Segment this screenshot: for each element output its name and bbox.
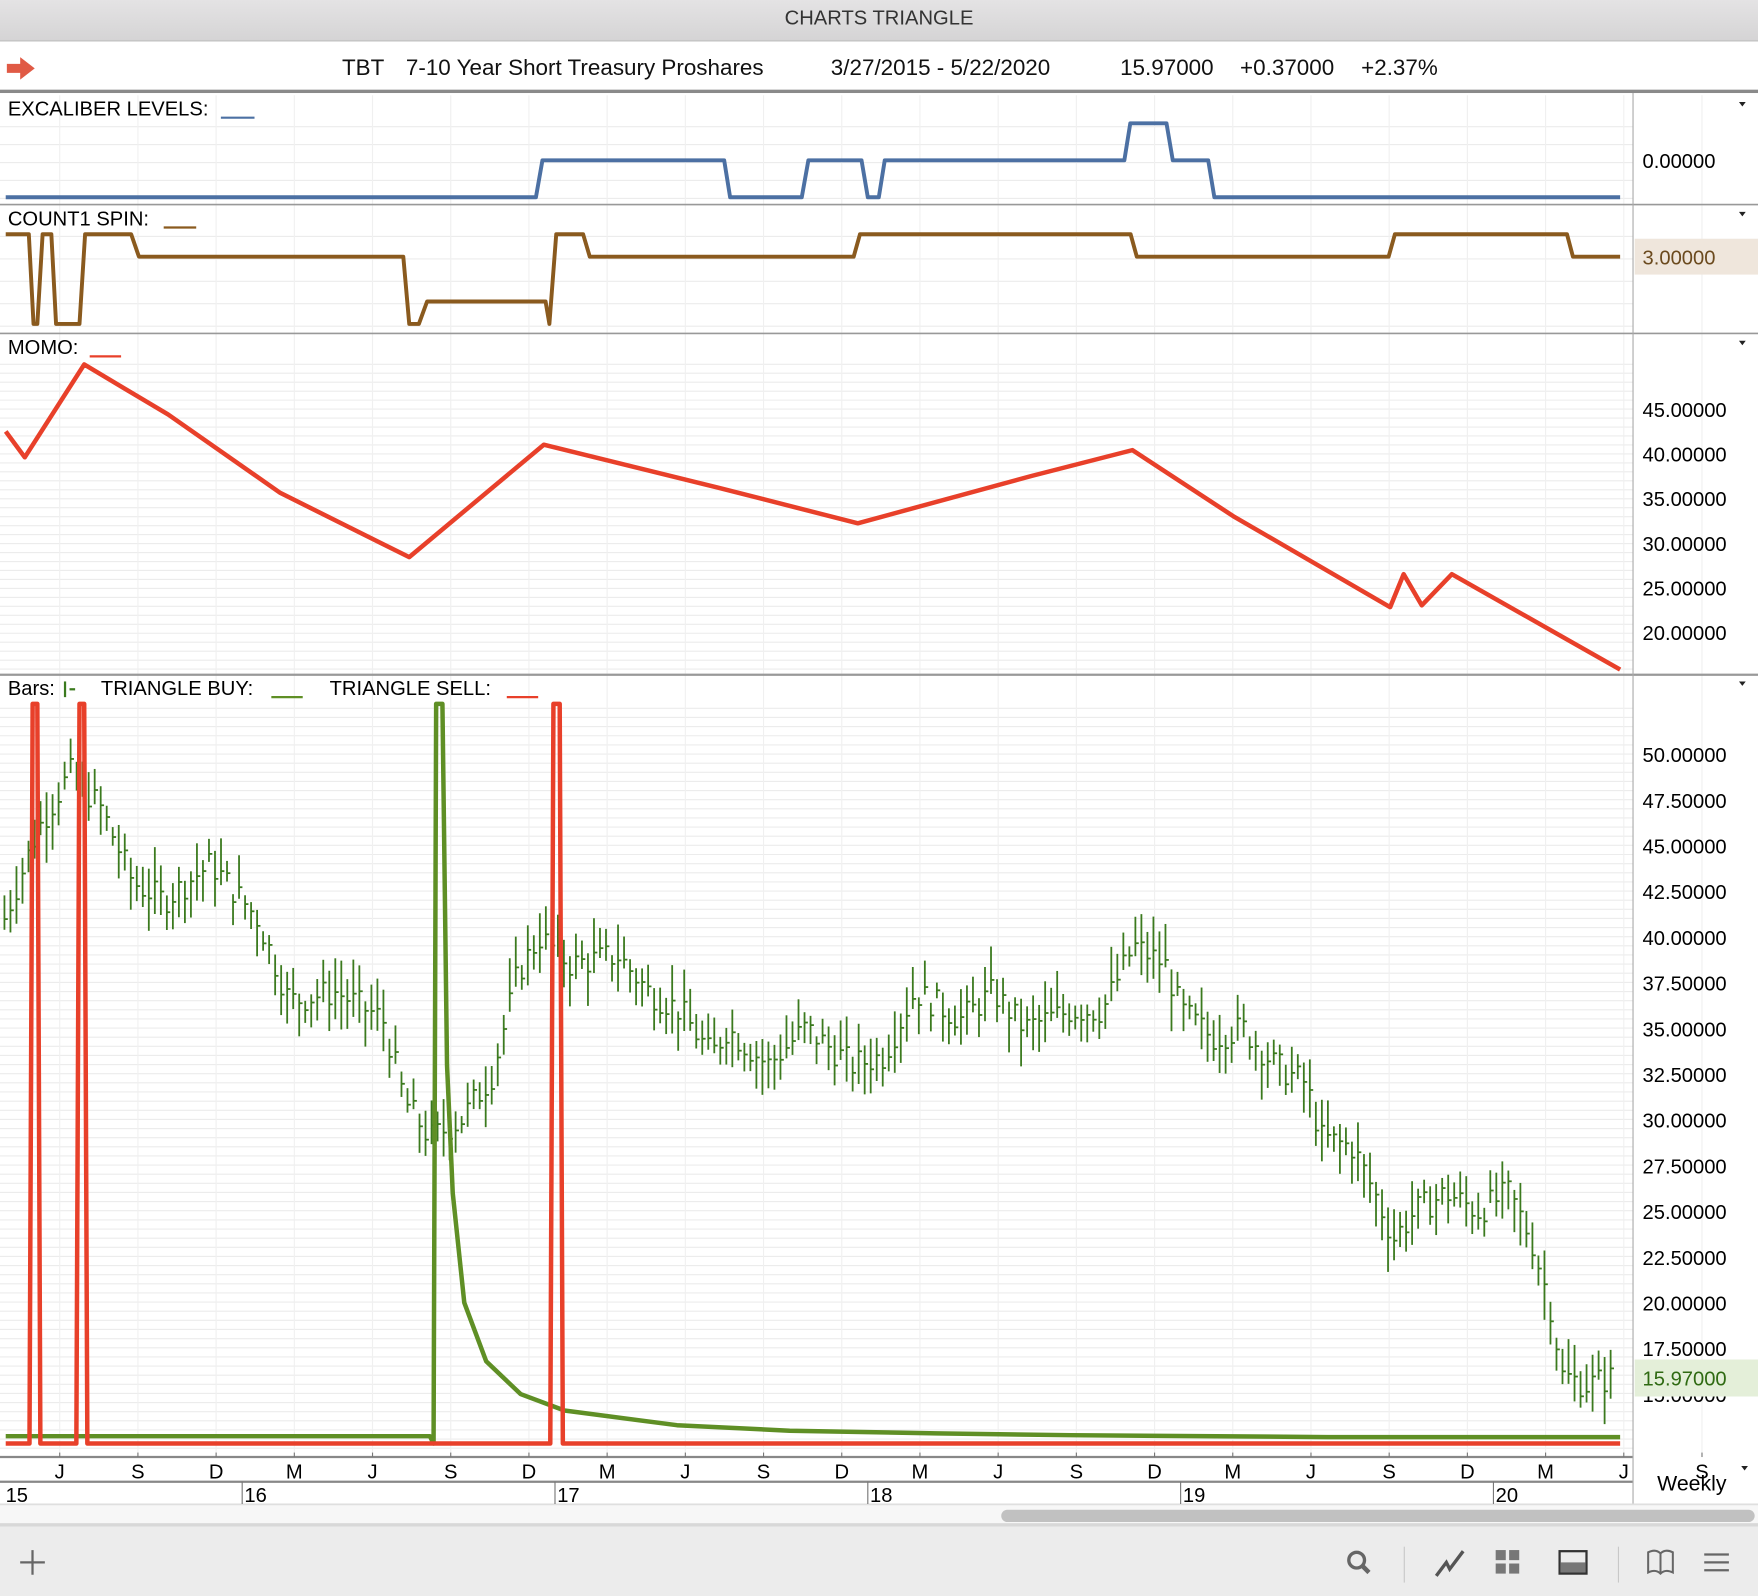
- menu-icon[interactable]: [1701, 1547, 1732, 1578]
- date-range: 3/27/2015 - 5/22/2020: [830, 56, 1051, 81]
- excaliber-axis-label: 0.00000: [1643, 151, 1716, 173]
- price-tick-label: 17.50000: [1643, 1339, 1727, 1361]
- month-label: M: [912, 1461, 929, 1483]
- scrollbar-thumb[interactable]: [1001, 1509, 1755, 1523]
- momo-title: MOMO:: [8, 337, 79, 359]
- excaliber-panel: [5, 121, 1621, 200]
- month-label: M: [1537, 1461, 1554, 1483]
- grid-lines: [0, 95, 1703, 1455]
- price-tick-label: 47.50000: [1643, 791, 1727, 813]
- price-tick-label: 40.00000: [1643, 928, 1727, 950]
- price-tick-label: 50.00000: [1643, 745, 1727, 767]
- momo-tick-label: 30.00000: [1643, 534, 1727, 556]
- bottom-toolbar: [0, 1526, 1758, 1596]
- price-tick-label: 20.00000: [1643, 1294, 1727, 1316]
- count1-panel: [5, 232, 1621, 326]
- toolbar-separator: [1617, 1546, 1620, 1583]
- month-label: J: [55, 1461, 65, 1483]
- price-tick-label: 35.00000: [1643, 1019, 1727, 1041]
- price-tick-label: 30.00000: [1643, 1111, 1727, 1133]
- price-tick-label: 27.50000: [1643, 1156, 1727, 1178]
- month-label: J: [993, 1461, 1003, 1483]
- symbol-header: TBT 7-10 Year Short Treasury Proshares 3…: [0, 41, 1758, 94]
- price-change: +0.37000: [1240, 56, 1335, 81]
- month-label: J: [1619, 1461, 1629, 1483]
- month-label: D: [1460, 1461, 1475, 1483]
- momo-tick-label: 25.00000: [1643, 578, 1727, 600]
- symbol: TBT: [341, 56, 385, 81]
- percent-change: +2.37%: [1361, 56, 1438, 81]
- momo-tick-label: 45.00000: [1643, 400, 1727, 422]
- grid-layout-icon[interactable]: [1492, 1547, 1523, 1578]
- month-label: J: [1306, 1461, 1316, 1483]
- price-tick-label: 25.00000: [1643, 1202, 1727, 1224]
- count1-menu-caret-icon[interactable]: [1738, 211, 1746, 217]
- month-label: M: [1224, 1461, 1241, 1483]
- momo-tick-label: 35.00000: [1643, 489, 1727, 511]
- price-axis: 50.00000 47.50000 45.00000 42.50000 40.00000…: [1643, 745, 1727, 1407]
- book-icon[interactable]: [1645, 1547, 1676, 1578]
- price-tick-label: 37.50000: [1643, 974, 1727, 996]
- symbol-name: 7-10 Year Short Treasury Proshares: [405, 56, 764, 81]
- price-tick-label: 22.50000: [1643, 1248, 1727, 1270]
- month-label: M: [599, 1461, 616, 1483]
- excaliber-title: EXCALIBER LEVELS:: [8, 98, 209, 120]
- momo-tick-label: 40.00000: [1643, 445, 1727, 467]
- timeframe-caret-icon[interactable]: [1741, 1466, 1748, 1471]
- bars-title: Bars:: [8, 678, 55, 700]
- momo-axis: 45.00000 40.00000 35.00000 30.00000 25.00000…: [1643, 400, 1727, 645]
- chart-panels[interactable]: EXCALIBER LEVELS: COUNT1 SPIN: MOMO: Bar…: [0, 93, 1758, 1507]
- time-axis[interactable]: JSDMJSDMJSDMJSDMJSDMJSDM151617181920: [6, 1452, 1758, 1507]
- triangle-buy-legend: TRIANGLE BUY:: [101, 678, 253, 700]
- month-label: S: [131, 1461, 144, 1483]
- momo-tick-label: 20.00000: [1643, 623, 1727, 645]
- momo-menu-caret-icon[interactable]: [1738, 340, 1746, 346]
- month-label: S: [757, 1461, 770, 1483]
- search-icon[interactable]: [1343, 1547, 1374, 1578]
- price-tick-label: 45.00000: [1643, 837, 1727, 859]
- count1-line: [5, 232, 1621, 326]
- triangle-sell-legend: TRIANGLE SELL:: [330, 678, 491, 700]
- month-label: M: [286, 1461, 303, 1483]
- panel-layout-icon[interactable]: [1557, 1547, 1588, 1578]
- add-icon[interactable]: [17, 1547, 48, 1578]
- timeframe-selector[interactable]: Weekly: [1657, 1472, 1727, 1496]
- excaliber-menu-caret-icon[interactable]: [1738, 101, 1746, 107]
- month-label: J: [367, 1461, 377, 1483]
- month-label: D: [209, 1461, 224, 1483]
- price-tick-label: 32.50000: [1643, 1065, 1727, 1087]
- count1-value: 3.00000: [1643, 248, 1716, 270]
- count1-title: COUNT1 SPIN:: [8, 208, 149, 230]
- month-label: S: [1070, 1461, 1083, 1483]
- excaliber-line: [5, 121, 1621, 200]
- last-price: 15.97000: [1120, 56, 1214, 81]
- chart-window: CHARTS TRIANGLE TBT 7-10 Year Short Trea…: [0, 0, 1758, 1596]
- chart-line-icon[interactable]: [1434, 1547, 1465, 1578]
- month-label: S: [1382, 1461, 1395, 1483]
- horizontal-scrollbar[interactable]: [0, 1504, 1758, 1527]
- window-title: CHARTS TRIANGLE: [0, 0, 1758, 42]
- month-label: D: [1147, 1461, 1162, 1483]
- bars-menu-caret-icon[interactable]: [1738, 681, 1746, 686]
- month-label: S: [444, 1461, 457, 1483]
- month-label: J: [680, 1461, 690, 1483]
- month-label: D: [522, 1461, 537, 1483]
- arrow-right-icon[interactable]: [6, 57, 36, 80]
- month-label: D: [834, 1461, 849, 1483]
- price-tick-label: 42.50000: [1643, 882, 1727, 904]
- toolbar-separator: [1403, 1546, 1405, 1583]
- last-price-label: 15.97000: [1643, 1368, 1727, 1390]
